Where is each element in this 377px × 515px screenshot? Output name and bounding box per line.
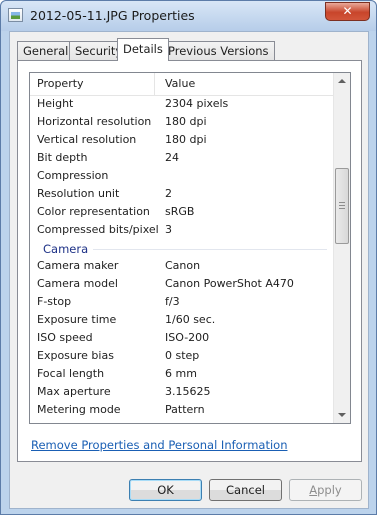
property-name: Resolution unit: [37, 187, 120, 200]
scroll-up-arrow-icon[interactable]: [338, 79, 346, 83]
property-name: Exposure time: [37, 313, 117, 326]
property-name: Camera maker: [37, 259, 119, 272]
property-value: 6 mm: [165, 367, 197, 380]
list-item[interactable]: Vertical resolution 180 dpi: [30, 131, 333, 149]
property-value: sRGB: [165, 205, 195, 218]
cancel-button[interactable]: Cancel: [209, 479, 282, 501]
list-column-header: Property Value: [30, 73, 333, 96]
close-button[interactable]: ✕: [325, 2, 370, 21]
property-value: 2: [165, 187, 172, 200]
property-value: 180 dpi: [165, 133, 207, 146]
property-name: Focal length: [37, 367, 105, 380]
property-value: 1/60 sec.: [165, 313, 216, 326]
list-item[interactable]: Exposure time 1/60 sec.: [30, 311, 333, 329]
list-item[interactable]: F-stop f/3: [30, 293, 333, 311]
list-item[interactable]: Resolution unit 2: [30, 185, 333, 203]
property-value: 180 dpi: [165, 115, 207, 128]
properties-window: 2012-05-11.JPG Properties ✕ General Secu…: [0, 0, 377, 515]
list-item[interactable]: Compression: [30, 167, 333, 185]
apply-button[interactable]: Apply: [289, 479, 362, 501]
list-item[interactable]: Metering mode Pattern: [30, 401, 333, 419]
property-name: ISO speed: [37, 331, 93, 344]
image-file-icon: [8, 8, 23, 22]
tab-details[interactable]: Details: [117, 38, 169, 61]
list-item[interactable]: Exposure bias 0 step: [30, 347, 333, 365]
property-value: Canon PowerShot A470: [165, 277, 294, 290]
property-value: 3: [165, 223, 172, 236]
property-name: Color representation: [37, 205, 150, 218]
property-name: Height: [37, 97, 74, 110]
property-value: 3.15625: [165, 385, 211, 398]
property-value: ISO-200: [165, 331, 210, 344]
list-item[interactable]: Horizontal resolution 180 dpi: [30, 113, 333, 131]
ok-button[interactable]: OK: [129, 479, 202, 501]
list-item[interactable]: Camera maker Canon: [30, 257, 333, 275]
list-item[interactable]: Bit depth 24: [30, 149, 333, 167]
column-header-value[interactable]: Value: [165, 77, 195, 90]
scrollbar-thumb[interactable]: [335, 168, 349, 244]
column-divider[interactable]: [154, 73, 155, 95]
apply-accelerator: A: [309, 483, 318, 497]
list-item[interactable]: ISO speed ISO-200: [30, 329, 333, 347]
details-tab-panel: Property Value Height 2304 pixels Horizon…: [17, 60, 362, 462]
list-item[interactable]: Camera model Canon PowerShot A470: [30, 275, 333, 293]
property-name: Bit depth: [37, 151, 88, 164]
property-name: Compression: [37, 169, 109, 182]
list-item[interactable]: Height 2304 pixels: [30, 95, 333, 113]
property-name: F-stop: [37, 295, 72, 308]
vertical-scrollbar[interactable]: [333, 73, 350, 423]
property-name: Exposure bias: [37, 349, 114, 362]
group-header-camera: Camera: [30, 239, 333, 257]
property-value: 0 step: [165, 349, 200, 362]
property-value: 2304 pixels: [165, 97, 229, 110]
list-item[interactable]: Max aperture 3.15625: [30, 383, 333, 401]
apply-label-rest: pply: [317, 483, 342, 497]
list-item[interactable]: Compressed bits/pixel 3: [30, 221, 333, 239]
property-rows: Height 2304 pixels Horizontal resolution 1…: [30, 95, 333, 419]
property-name: Vertical resolution: [37, 133, 137, 146]
group-divider: [93, 249, 327, 250]
property-name: Metering mode: [37, 403, 121, 416]
list-item[interactable]: Focal length 6 mm: [30, 365, 333, 383]
remove-properties-link[interactable]: Remove Properties and Personal Informati…: [31, 438, 288, 452]
window-title: 2012-05-11.JPG Properties: [30, 8, 195, 23]
dialog-client-area: General Security Details Previous Versio…: [9, 31, 369, 509]
tab-previous-versions[interactable]: Previous Versions: [162, 41, 275, 61]
property-value: Canon: [165, 259, 201, 272]
group-label: Camera: [43, 242, 89, 256]
property-name: Max aperture: [37, 385, 111, 398]
scroll-down-arrow-icon[interactable]: [338, 413, 346, 417]
property-name: Compressed bits/pixel: [37, 223, 159, 236]
property-name: Camera model: [37, 277, 118, 290]
property-name: Horizontal resolution: [37, 115, 152, 128]
title-bar[interactable]: 2012-05-11.JPG Properties ✕: [1, 1, 376, 31]
tab-general[interactable]: General: [17, 41, 75, 61]
property-value: f/3: [165, 295, 180, 308]
list-item[interactable]: Color representation sRGB: [30, 203, 333, 221]
property-value: 24: [165, 151, 179, 164]
property-value: Pattern: [165, 403, 205, 416]
properties-list[interactable]: Property Value Height 2304 pixels Horizon…: [29, 72, 351, 424]
column-header-property[interactable]: Property: [37, 77, 84, 90]
